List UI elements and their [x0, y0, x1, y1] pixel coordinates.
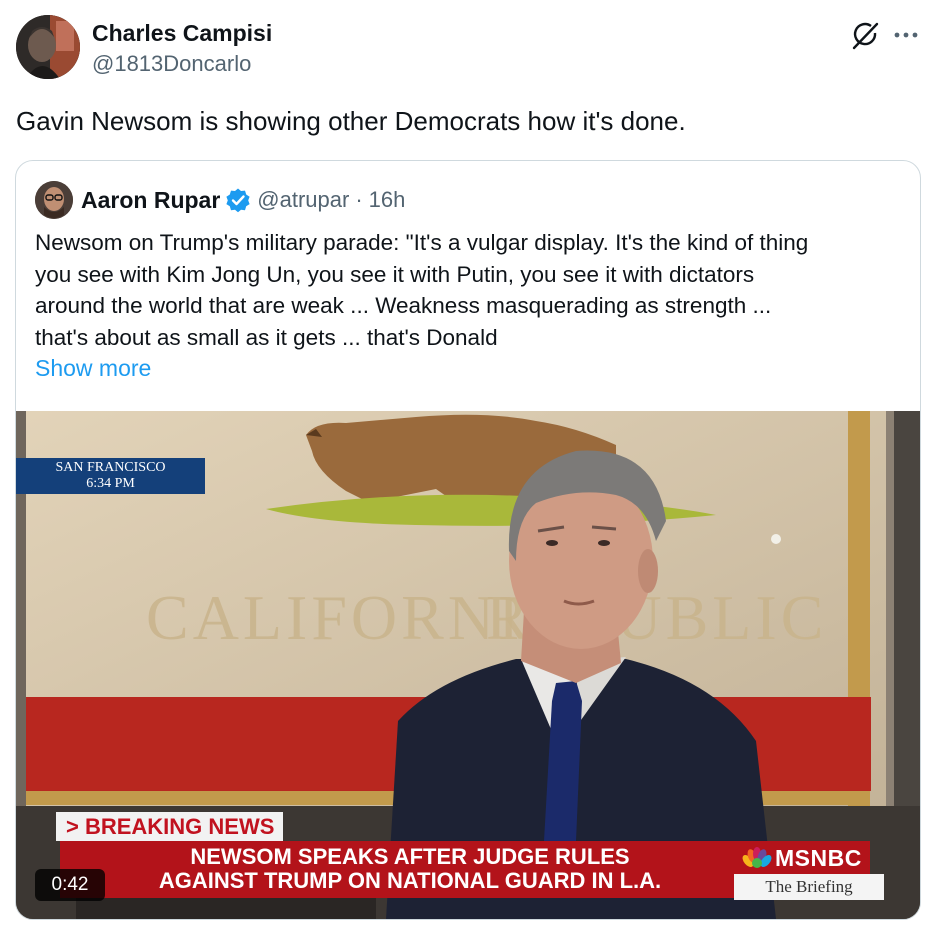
location-label: SAN FRANCISCO: [55, 460, 166, 475]
quoted-avatar[interactable]: [35, 181, 73, 219]
quoted-display-name[interactable]: Aaron Rupar: [81, 187, 220, 214]
location-time: 6:34 PM: [86, 476, 135, 491]
video-duration-badge: 0:42: [35, 869, 105, 901]
location-time-overlay: SAN FRANCISCO 6:34 PM: [16, 458, 205, 494]
separator-dot: ·: [355, 187, 363, 212]
quoted-handle[interactable]: @atrupar: [257, 187, 349, 213]
peacock-icon: [742, 847, 772, 868]
tweet-header: Charles Campisi @1813Doncarlo: [16, 15, 920, 81]
author-display-name[interactable]: Charles Campisi: [92, 19, 272, 47]
avatar[interactable]: [16, 15, 80, 79]
breaking-news-label: > BREAKING NEWS: [56, 812, 283, 841]
quoted-tweet-text: Newsom on Trump's military parade: "It's…: [35, 230, 809, 350]
network-logo: MSNBC: [742, 845, 882, 871]
quoted-tweet-header: Aaron Rupar @atrupar · 16h: [35, 181, 406, 219]
chyron-headline: NEWSOM SPEAKS AFTER JUDGE RULES AGAINST …: [158, 844, 662, 893]
author-handle[interactable]: @1813Doncarlo: [92, 50, 272, 78]
author-block: Charles Campisi @1813Doncarlo: [92, 19, 272, 78]
video-player[interactable]: CALIFORNIA REPUBLIC SAN FRANCISCO 6:34 P…: [16, 411, 920, 919]
show-name-label: The Briefing: [734, 874, 884, 900]
quoted-tweet[interactable]: Aaron Rupar @atrupar · 16h Newsom on Tru…: [15, 160, 921, 920]
quoted-timestamp[interactable]: 16h: [369, 187, 406, 213]
grok-icon[interactable]: [850, 21, 880, 51]
more-icon[interactable]: [892, 23, 920, 47]
tweet-text: Gavin Newsom is showing other Democrats …: [16, 106, 686, 136]
network-name: MSNBC: [775, 844, 862, 871]
verified-badge-icon: [225, 187, 251, 213]
show-more-link[interactable]: Show more: [35, 354, 151, 382]
